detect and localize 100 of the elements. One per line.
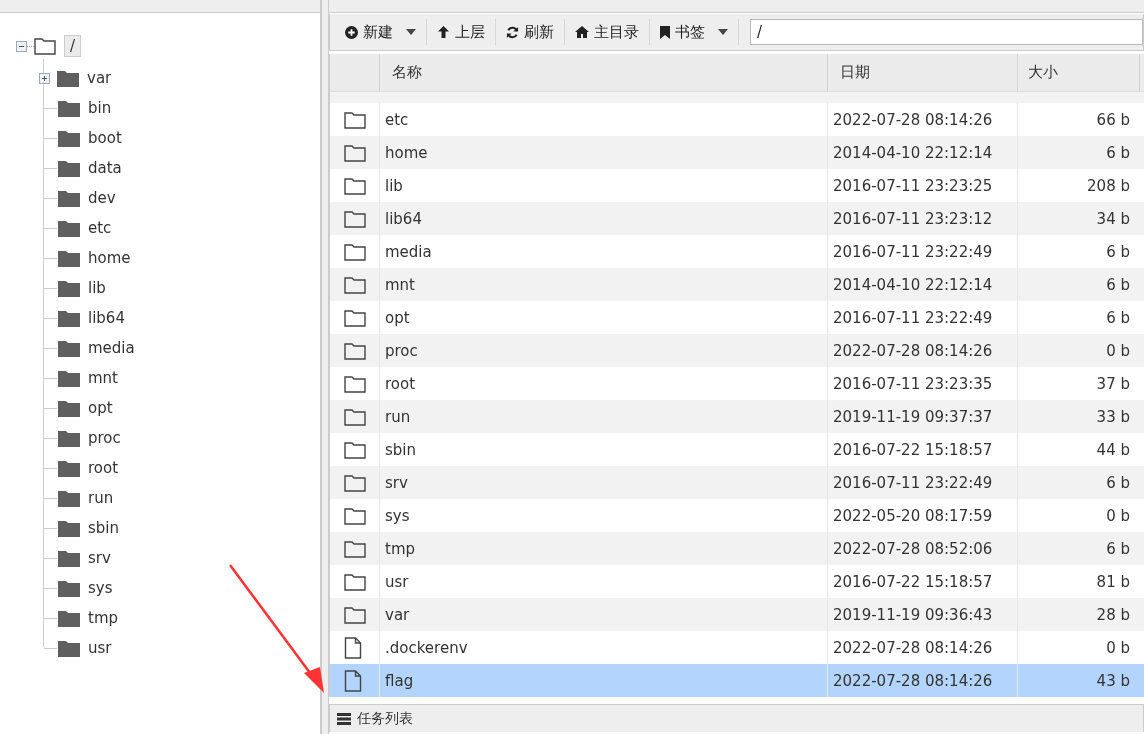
tree-item[interactable]: srv xyxy=(88,549,111,567)
toolbar-button[interactable]: 刷新 xyxy=(499,17,561,47)
file-icon xyxy=(344,669,362,692)
path-field[interactable]: / xyxy=(750,19,1143,45)
tree-item[interactable]: mnt xyxy=(88,369,118,387)
folder-icon xyxy=(58,429,80,447)
file-row[interactable]: mnt 2014-04-10 22:12:14 6 b xyxy=(330,268,1144,301)
tree-item[interactable]: usr xyxy=(88,639,112,657)
file-size: 208 b xyxy=(1086,176,1131,195)
refresh-icon xyxy=(506,25,519,39)
file-date: 2014-04-10 22:12:14 xyxy=(828,136,1018,169)
toolbar-button[interactable]: 上层 xyxy=(430,17,492,47)
file-row[interactable]: srv 2016-07-11 23:22:49 6 b xyxy=(330,466,1144,499)
file-size: 6 b xyxy=(1105,143,1131,162)
folder-icon xyxy=(58,219,80,237)
file-size: 34 b xyxy=(1095,209,1131,228)
home-icon xyxy=(575,26,589,38)
tree-item[interactable]: proc xyxy=(88,429,121,447)
tree-item[interactable]: media xyxy=(88,339,135,357)
file-icon xyxy=(344,636,362,659)
column-header[interactable]: 大小 xyxy=(1018,54,1140,91)
tree-item[interactable]: dev xyxy=(88,189,116,207)
folder-icon xyxy=(58,549,80,567)
folder-icon xyxy=(34,37,56,55)
column-header[interactable]: 日期 xyxy=(828,54,1018,91)
folder-icon xyxy=(58,399,80,417)
file-row[interactable]: proc 2022-07-28 08:14:26 0 b xyxy=(330,334,1144,367)
tree-item[interactable]: root xyxy=(88,459,119,477)
tree-item[interactable]: lib xyxy=(88,279,106,297)
folder-icon xyxy=(344,110,366,129)
file-row[interactable]: flag 2022-07-28 08:14:26 43 b xyxy=(330,664,1144,697)
file-row[interactable]: var 2019-11-19 09:36:43 28 b xyxy=(330,598,1144,631)
file-name: proc xyxy=(380,334,828,367)
file-date: 2022-07-28 08:14:26 xyxy=(828,664,1018,697)
collapse-icon[interactable] xyxy=(16,40,27,52)
folder-icon xyxy=(344,275,366,294)
arrow-up-icon xyxy=(437,25,450,39)
tree-item[interactable]: var xyxy=(87,69,112,87)
toolbar-button[interactable]: 主目录 xyxy=(568,17,646,47)
folder-icon xyxy=(344,572,366,591)
file-name: lib64 xyxy=(380,202,828,235)
file-row[interactable]: lib64 2016-07-11 23:23:12 34 b xyxy=(330,202,1144,235)
file-size: 6 b xyxy=(1105,275,1131,294)
file-row[interactable]: run 2019-11-19 09:37:37 33 b xyxy=(330,400,1144,433)
file-size: 6 b xyxy=(1105,308,1131,327)
tree-item[interactable]: / xyxy=(64,35,82,57)
tree-item[interactable]: home xyxy=(88,249,131,267)
folder-icon xyxy=(57,69,79,87)
file-size: 0 b xyxy=(1105,506,1131,525)
tree-item[interactable]: data xyxy=(88,159,122,177)
file-size: 33 b xyxy=(1095,407,1131,426)
file-size: 66 b xyxy=(1095,110,1131,129)
folder-icon xyxy=(344,242,366,261)
tree-item[interactable]: bin xyxy=(88,99,112,117)
tree-item[interactable]: sbin xyxy=(88,519,119,537)
tree-item[interactable]: tmp xyxy=(88,609,118,627)
toolbar-button[interactable]: 新建 xyxy=(338,17,423,47)
folder-icon xyxy=(58,459,80,477)
tree-item[interactable]: sys xyxy=(88,579,113,597)
folder-icon xyxy=(344,374,366,393)
folder-icon xyxy=(344,209,366,228)
file-date: 2019-11-19 09:36:43 xyxy=(828,598,1018,631)
toolbar-button[interactable]: 书签 xyxy=(653,17,735,47)
folder-icon xyxy=(58,129,80,147)
folder-icon xyxy=(344,605,366,624)
file-name: tmp xyxy=(380,532,828,565)
file-name: mnt xyxy=(380,268,828,301)
folder-icon xyxy=(344,506,366,525)
column-header[interactable]: 名称 xyxy=(380,54,828,91)
tree-item[interactable]: run xyxy=(88,489,114,507)
file-date: 2016-07-11 23:23:12 xyxy=(828,202,1018,235)
file-row[interactable]: home 2014-04-10 22:12:14 6 b xyxy=(330,136,1144,169)
folder-icon xyxy=(344,539,366,558)
file-size: 44 b xyxy=(1095,440,1131,459)
tree-item[interactable]: lib64 xyxy=(88,309,125,327)
file-name: run xyxy=(380,400,828,433)
file-size: 28 b xyxy=(1095,605,1131,624)
bookmark-icon xyxy=(660,25,670,39)
folder-icon xyxy=(58,99,80,117)
tree-item[interactable]: boot xyxy=(88,129,122,147)
folder-icon xyxy=(58,279,80,297)
folder-icon xyxy=(344,440,366,459)
folder-icon xyxy=(344,407,366,426)
folder-icon xyxy=(58,519,80,537)
expand-icon[interactable] xyxy=(39,72,50,84)
tree-item[interactable]: etc xyxy=(88,219,112,237)
file-date: 2019-11-19 09:37:37 xyxy=(828,400,1018,433)
file-date: 2022-07-28 08:14:26 xyxy=(828,334,1018,367)
folder-icon xyxy=(344,143,366,162)
file-name: home xyxy=(380,136,828,169)
file-name: var xyxy=(380,598,828,631)
folder-icon xyxy=(58,189,80,207)
panel-title: 任务列表 xyxy=(357,709,413,728)
file-name: srv xyxy=(380,466,828,499)
folder-icon xyxy=(344,341,366,360)
file-row[interactable]: tmp 2022-07-28 08:52:06 6 b xyxy=(330,532,1144,565)
file-size: 6 b xyxy=(1105,473,1131,492)
folder-icon xyxy=(58,489,80,507)
tree-item[interactable]: opt xyxy=(88,399,113,417)
file-name: flag xyxy=(380,664,828,697)
